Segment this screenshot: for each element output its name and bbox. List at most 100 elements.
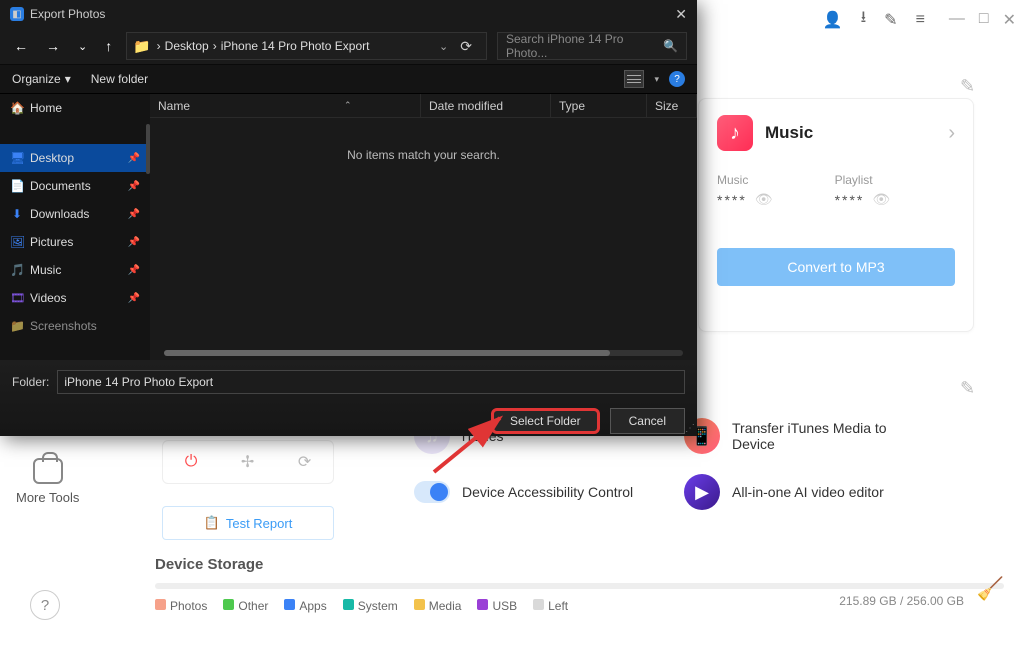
help-icon[interactable]: ? — [669, 71, 685, 87]
path-breadcrumb[interactable]: 📁 › Desktop › iPhone 14 Pro Photo Export… — [126, 32, 487, 60]
swatch-apps — [284, 599, 295, 610]
column-headers: Name ⌃ Date modified Type Size — [150, 94, 697, 118]
nav-history-icon[interactable]: ⌄ — [74, 40, 91, 53]
chevron-right-icon[interactable]: › — [948, 122, 955, 145]
folder-name-input[interactable] — [57, 370, 685, 394]
music-card: ♪ Music › Music ****👁 Playlist ****👁 Con… — [698, 98, 974, 332]
more-tools-label: More Tools — [16, 490, 79, 505]
tree-label: Documents — [30, 179, 91, 193]
edit-section-icon[interactable]: ✎ — [960, 76, 975, 97]
help-button[interactable]: ? — [30, 590, 60, 620]
playlist-count-value: **** — [835, 192, 865, 208]
resize-grip-icon[interactable]: ⋰ — [685, 423, 695, 434]
window-close-icon[interactable]: ✕ — [1003, 10, 1016, 30]
swatch-photos — [155, 599, 166, 610]
organize-menu[interactable]: Organize ▾ — [12, 72, 71, 86]
tree-music[interactable]: 🎵Music📌 — [0, 256, 150, 284]
tool-label: Device Accessibility Control — [462, 484, 633, 500]
tree-screenshots[interactable]: 📁Screenshots — [0, 312, 150, 340]
eye-icon[interactable]: 👁 — [872, 191, 892, 208]
tree-label: Pictures — [30, 235, 73, 249]
download-icon[interactable]: ⭳ — [861, 6, 867, 33]
col-name[interactable]: Name ⌃ — [150, 94, 421, 117]
nav-back-icon[interactable]: ← — [10, 38, 32, 54]
device-actions: ⏻ ✢ ⟳ — [162, 440, 334, 484]
music-count-value: **** — [717, 192, 747, 208]
tool-accessibility[interactable]: Device Accessibility Control — [414, 474, 674, 510]
new-folder-button[interactable]: New folder — [91, 72, 148, 86]
legend-label: Photos — [170, 599, 207, 613]
col-size[interactable]: Size — [647, 94, 697, 117]
search-icon: 🔍 — [663, 39, 678, 53]
view-mode-button[interactable] — [624, 70, 644, 88]
tree-label: Downloads — [30, 207, 89, 221]
storage-title: Device Storage — [155, 556, 1004, 573]
folder-label: Folder: — [12, 375, 49, 389]
pin-icon: 📌 — [128, 293, 140, 304]
window-maximize-icon[interactable]: □ — [979, 10, 989, 30]
dialog-title: Export Photos — [30, 7, 105, 21]
home-icon: 🏠 — [10, 101, 24, 115]
toolbox-icon — [33, 458, 63, 484]
breadcrumb-seg[interactable]: Desktop — [165, 39, 209, 53]
app-titlebar-actions: 👤 ⭳ ✎ ≡ — □ ✕ — [823, 6, 1016, 33]
nav-up-icon[interactable]: ↑ — [101, 38, 116, 54]
test-report-label: Test Report — [226, 516, 292, 531]
tree-documents[interactable]: 📄Documents📌 — [0, 172, 150, 200]
folder-tree: 🏠Home 🖥Desktop📌 📄Documents📌 ⬇Downloads📌 … — [0, 94, 150, 360]
col-type[interactable]: Type — [551, 94, 647, 117]
organize-label: Organize — [12, 72, 61, 86]
tree-downloads[interactable]: ⬇Downloads📌 — [0, 200, 150, 228]
videos-icon: 🎞 — [10, 291, 24, 305]
edit-section-icon[interactable]: ✎ — [960, 378, 975, 399]
tree-label: Home — [30, 101, 62, 115]
search-input[interactable]: Search iPhone 14 Pro Photo... 🔍 — [497, 32, 687, 60]
feedback-icon[interactable]: ✎ — [884, 10, 897, 30]
tree-pictures[interactable]: 🖼Pictures📌 — [0, 228, 150, 256]
tool-ai-video[interactable]: ▶ All-in-one AI video editor — [684, 474, 944, 510]
legend-label: System — [358, 599, 398, 613]
nav-forward-icon[interactable]: → — [42, 38, 64, 54]
menu-icon[interactable]: ≡ — [916, 11, 925, 29]
refresh-icon[interactable]: ⟳ — [298, 452, 311, 472]
caret-down-icon[interactable]: ▾ — [654, 74, 659, 85]
close-icon[interactable]: ✕ — [675, 6, 687, 23]
tree-home[interactable]: 🏠 Home — [0, 94, 150, 122]
legend-label: Left — [548, 599, 568, 613]
swatch-left — [533, 599, 544, 610]
scrollbar[interactable] — [164, 350, 683, 356]
tree-videos[interactable]: 🎞Videos📌 — [0, 284, 150, 312]
storage-used-total: 215.89 GB / 256.00 GB — [839, 594, 964, 608]
tree-desktop[interactable]: 🖥Desktop📌 — [0, 144, 150, 172]
pin-icon: 📌 — [128, 153, 140, 164]
tool-transfer-itunes[interactable]: 📱 Transfer iTunes Media to Device — [684, 418, 944, 454]
search-placeholder: Search iPhone 14 Pro Photo... — [506, 32, 663, 60]
empty-message: No items match your search. — [150, 148, 697, 162]
refresh-icon[interactable]: ⟳ — [452, 38, 480, 55]
convert-to-mp3-button[interactable]: Convert to MP3 — [717, 248, 955, 286]
more-tools-button[interactable]: More Tools — [16, 458, 79, 505]
pictures-icon: 🖼 — [10, 235, 24, 249]
sort-asc-icon: ⌃ — [344, 100, 352, 111]
power-icon[interactable]: ⏻ — [185, 453, 198, 471]
music-title: Music — [765, 123, 813, 143]
swatch-media — [414, 599, 425, 610]
breadcrumb-seg[interactable]: iPhone 14 Pro Photo Export — [221, 39, 370, 53]
chevron-down-icon[interactable]: ⌄ — [439, 40, 448, 53]
account-icon[interactable]: 👤 — [823, 10, 843, 30]
scrollbar-thumb[interactable] — [164, 350, 610, 356]
test-report-button[interactable]: 📋 Test Report — [162, 506, 334, 540]
window-minimize-icon[interactable]: — — [949, 10, 965, 30]
pin-icon: 📌 — [128, 209, 140, 220]
select-folder-button[interactable]: Select Folder — [491, 408, 600, 434]
col-date[interactable]: Date modified — [421, 94, 551, 117]
cancel-button[interactable]: Cancel — [610, 408, 685, 434]
dialog-footer: Folder: Select Folder Cancel ⋰ — [0, 360, 697, 436]
loading-icon[interactable]: ✢ — [241, 452, 254, 472]
swatch-system — [343, 599, 354, 610]
col-label: Name — [158, 99, 190, 113]
dialog-titlebar[interactable]: ◧ Export Photos ✕ — [0, 0, 697, 28]
eye-icon[interactable]: 👁 — [755, 191, 775, 208]
clean-icon[interactable]: 🧹 — [977, 576, 1004, 602]
app-logo-icon: ◧ — [10, 7, 24, 21]
